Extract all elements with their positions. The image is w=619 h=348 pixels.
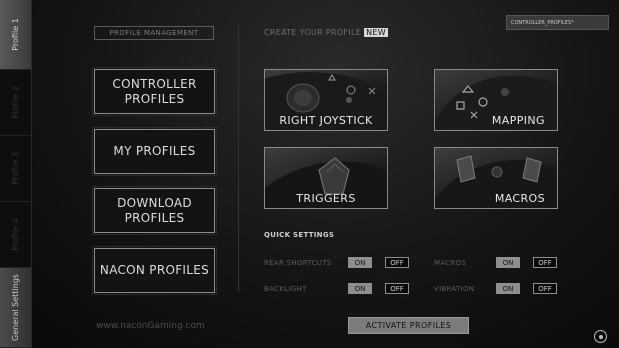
app-window: Profile 1 Profile 2 Profile 3 Profile 4 … <box>0 0 619 348</box>
vibration-off-button[interactable]: OFF <box>533 283 557 294</box>
mapping-tile[interactable]: MAPPING <box>434 69 558 131</box>
nacon-profiles-button[interactable]: NACON PROFILES <box>92 246 217 295</box>
vibration-label: VIBRATION <box>434 285 475 293</box>
activate-profiles-button[interactable]: ACTIVATE PROFILES <box>348 317 469 334</box>
backlight-label: BACKLIGHT <box>264 285 307 293</box>
tab-profile-3[interactable]: Profile 3 <box>0 136 31 202</box>
download-profiles-button[interactable]: DOWNLOAD PROFILES <box>92 186 217 235</box>
tile-label: TRIGGERS <box>296 192 356 205</box>
tab-label: Profile 1 <box>11 18 21 51</box>
quick-settings-title: QUICK SETTINGS <box>264 231 335 239</box>
profile-management-label: PROFILE MANAGEMENT <box>94 26 214 40</box>
controller-profiles-button[interactable]: CONTROLLER PROFILES <box>92 67 217 116</box>
tile-label: RIGHT JOYSTICK <box>279 114 373 127</box>
tab-general-settings[interactable]: General Settings <box>0 268 31 348</box>
tab-profile-4[interactable]: Profile 4 <box>0 202 31 268</box>
rear-shortcuts-off-button[interactable]: OFF <box>385 257 409 268</box>
right-joystick-tile[interactable]: RIGHT JOYSTICK <box>264 69 388 131</box>
my-profiles-button[interactable]: MY PROFILES <box>92 127 217 176</box>
tab-label: Profile 2 <box>11 86 21 119</box>
tab-label: Profile 4 <box>11 218 21 251</box>
tab-label: Profile 3 <box>11 152 21 185</box>
backlight-on-button[interactable]: ON <box>348 283 372 294</box>
macros-off-button[interactable]: OFF <box>533 257 557 268</box>
profile-name-field[interactable]: CONTROLLER_PROFILES* <box>506 15 609 30</box>
create-profile-label: CREATE YOUR PROFILE <box>264 28 362 37</box>
divider <box>238 24 239 292</box>
settings-round-icon[interactable] <box>594 330 607 343</box>
tile-label: MAPPING <box>491 114 545 127</box>
triggers-tile[interactable]: TRIGGERS <box>264 147 388 209</box>
tab-profile-1[interactable]: Profile 1 <box>0 0 31 70</box>
macros-tile[interactable]: MACROS <box>434 147 558 209</box>
website-link[interactable]: www.naconGaming.com <box>96 321 205 331</box>
create-profile-heading: CREATE YOUR PROFILE NEW <box>264 28 388 37</box>
rear-shortcuts-label: REAR SHORTCUTS <box>264 259 332 267</box>
tab-label: General Settings <box>11 274 21 341</box>
macros-label: MACROS <box>434 259 467 267</box>
tab-profile-2[interactable]: Profile 2 <box>0 70 31 136</box>
rear-shortcuts-on-button[interactable]: ON <box>348 257 372 268</box>
new-badge: NEW <box>364 28 388 37</box>
side-tab-bar: Profile 1 Profile 2 Profile 3 Profile 4 … <box>0 0 32 348</box>
tile-label: MACROS <box>494 192 545 205</box>
backlight-off-button[interactable]: OFF <box>385 283 409 294</box>
vibration-on-button[interactable]: ON <box>496 283 520 294</box>
macros-on-button[interactable]: ON <box>496 257 520 268</box>
